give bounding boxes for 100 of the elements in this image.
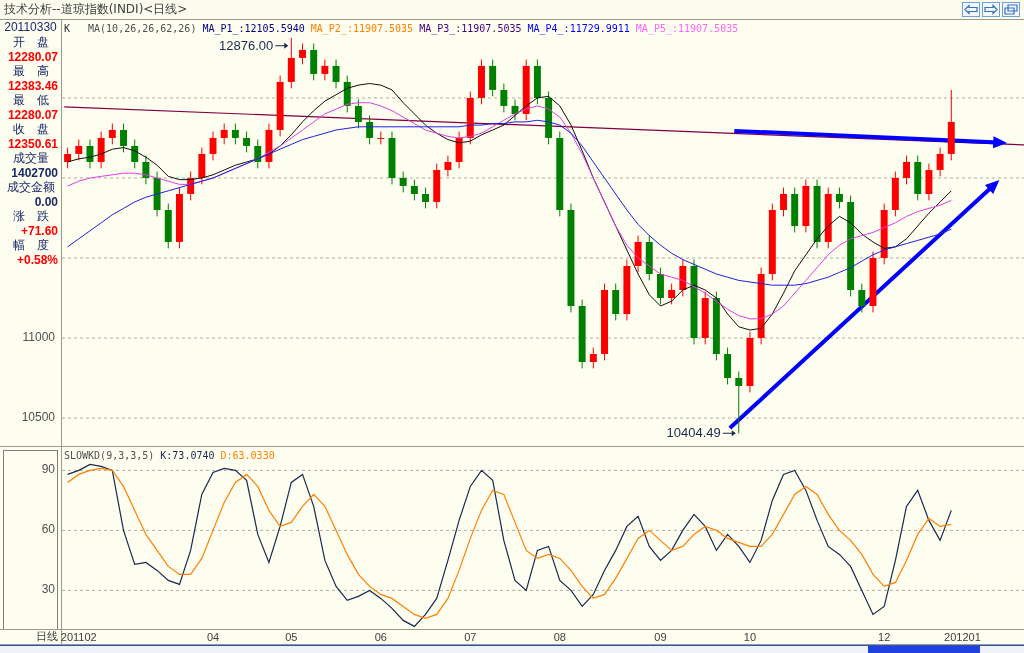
candlestick (701, 291, 709, 345)
price-label: 12876.00 (219, 37, 274, 53)
window-title: 技术分析--道琼指数(INDI)<日线> (4, 1, 188, 18)
candlestick (220, 123, 228, 145)
candlestick (746, 331, 754, 393)
candlestick (231, 123, 239, 145)
candlestick (936, 147, 944, 177)
candlestick (802, 179, 810, 233)
axis-tick-label: 09 (654, 630, 667, 644)
candlestick (679, 259, 687, 297)
scrollbar[interactable] (0, 645, 1024, 653)
quote-label: 幅 度 (11, 238, 50, 252)
legend-value: MA_P5_:11907.5035 (635, 22, 739, 34)
forward-arrow-button[interactable] (982, 2, 1000, 17)
candlestick (299, 43, 306, 65)
candlestick (332, 59, 340, 89)
axis-tick-label: 08 (553, 630, 566, 644)
quote-label: 收 盘 (11, 122, 50, 136)
candlestick (500, 83, 508, 113)
pointer-arrow (722, 430, 736, 437)
axis-tick-label: 10 (743, 630, 757, 644)
candlestick (522, 59, 530, 121)
candlestick (589, 347, 597, 369)
axis-tick-label: 07 (464, 630, 477, 644)
quote-value: 12383.46 (7, 79, 58, 93)
axis-tick-label: 60 (41, 522, 55, 537)
scrollbar-thumb[interactable] (868, 646, 980, 653)
candlestick (891, 171, 899, 217)
quote-value: 12280.07 (7, 50, 58, 64)
candlestick (86, 139, 94, 169)
quote-value: 1402700 (11, 166, 58, 180)
candlestick (142, 155, 150, 185)
candlestick (433, 163, 441, 209)
candlestick (131, 139, 139, 169)
candlestick (657, 267, 664, 305)
candlestick (578, 299, 586, 369)
candlestick (925, 163, 933, 201)
candlestick (634, 235, 642, 273)
candlestick (310, 43, 318, 81)
candlestick (410, 179, 418, 201)
candlestick (153, 171, 161, 217)
axis-tick-label: 06 (374, 630, 387, 644)
candlestick (835, 187, 843, 209)
axis-tick-label: 201201 (944, 630, 981, 644)
candlestick (612, 283, 620, 321)
candlestick (187, 171, 195, 201)
candlestick (533, 59, 541, 105)
quote-value: 12350.61 (7, 137, 58, 151)
candlestick (824, 187, 832, 249)
candlestick (287, 37, 295, 89)
candlestick (914, 155, 922, 201)
axis-tick-label: 05 (285, 630, 298, 644)
restore-window-button[interactable] (1002, 2, 1020, 17)
back-arrow-button[interactable] (962, 2, 980, 17)
candlestick (869, 251, 877, 313)
candlestick (724, 347, 732, 385)
candlestick (366, 115, 374, 145)
legend-value: SLOWKD(9,3,3,5) (64, 449, 155, 461)
candlestick (478, 59, 485, 105)
candlestick (97, 131, 105, 169)
quote-label: 开 盘 (11, 35, 50, 49)
candlestick (343, 75, 351, 113)
candlestick (276, 75, 284, 137)
legend-value: MA_P3_:11907.5035 (419, 22, 522, 34)
period-label: 日线 (0, 630, 62, 644)
candlestick (545, 91, 553, 145)
quote-date: 20110330 (3, 20, 58, 35)
quote-label: 成交量 (11, 151, 50, 165)
quote-value: 12280.07 (7, 108, 58, 122)
quote-label: 涨 跌 (11, 209, 50, 223)
candlestick (243, 131, 251, 153)
axis-tick-label: 12 (878, 630, 891, 644)
candlestick (668, 283, 676, 305)
legend-value: D:63.0330 (220, 449, 275, 461)
candlestick (511, 99, 519, 121)
candlestick (858, 283, 866, 313)
candlestick (198, 147, 206, 185)
quote-label: 最 低 (11, 93, 50, 107)
candlestick (164, 203, 172, 249)
candlestick (422, 187, 429, 209)
candlestick (108, 123, 116, 145)
legend-value: MA_P2_:11907.5035 (310, 22, 414, 34)
candlestick (444, 155, 452, 177)
candlestick (377, 131, 385, 145)
candlestick (265, 123, 273, 169)
candlestick (120, 123, 127, 153)
indicator-name: K (64, 22, 71, 34)
quote-label: 成交金额 (5, 180, 56, 194)
candlestick (735, 371, 743, 434)
candlestick (399, 171, 407, 193)
candlestick (780, 187, 787, 217)
candlestick (791, 187, 799, 233)
candlestick (254, 139, 262, 169)
legend-value: MA_P4_:11729.9911 (527, 22, 630, 34)
quote-value: 0.00 (34, 195, 58, 209)
quote-value: +0.58% (16, 253, 58, 267)
candlestick (489, 59, 497, 97)
candlestick (75, 139, 83, 161)
axis-tick-label: 30 (41, 582, 55, 597)
axis-tick-label: 04 (206, 630, 220, 644)
